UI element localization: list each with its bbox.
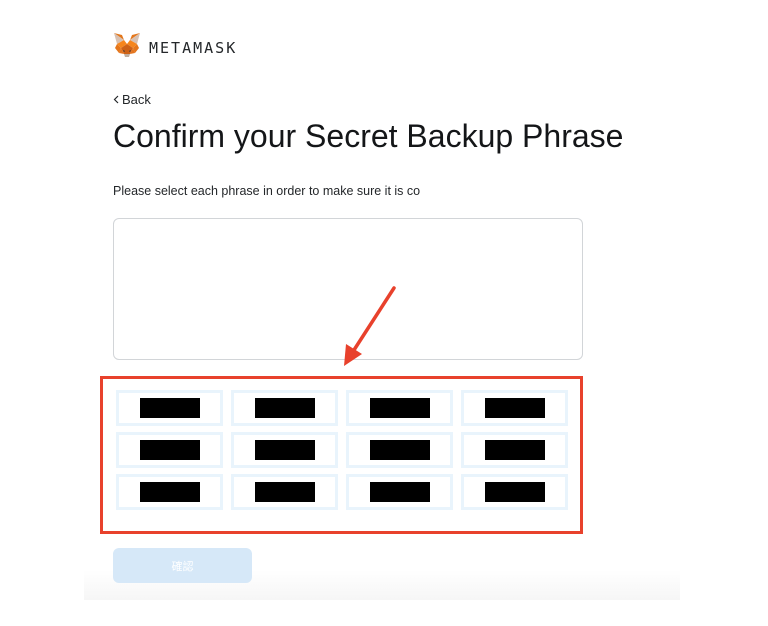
redacted-word (484, 398, 545, 418)
metamask-fox-icon (113, 32, 141, 63)
redacted-word (254, 440, 315, 460)
redacted-word (254, 398, 315, 418)
redacted-word (369, 440, 430, 460)
word-chip[interactable] (461, 390, 568, 426)
redacted-word (484, 440, 545, 460)
chevron-left-icon (113, 92, 119, 107)
confirm-button[interactable]: 確認 (113, 548, 252, 583)
word-bank (116, 390, 568, 510)
back-link[interactable]: Back (113, 92, 151, 107)
page-title: Confirm your Secret Backup Phrase (113, 118, 624, 154)
confirm-backup-phrase-page: METAMASK Back Confirm your Secret Backup… (0, 0, 768, 626)
redacted-word (484, 482, 545, 502)
redacted-word (139, 482, 200, 502)
word-chip[interactable] (346, 474, 453, 510)
word-chip[interactable] (116, 390, 223, 426)
red-arrow-icon (330, 282, 400, 377)
word-chip[interactable] (346, 390, 453, 426)
redacted-word (139, 440, 200, 460)
word-chip[interactable] (461, 432, 568, 468)
cropped-overlay (440, 180, 580, 222)
redacted-word (139, 398, 200, 418)
instructions-text: Please select each phrase in order to ma… (113, 184, 421, 198)
word-chip[interactable] (231, 432, 338, 468)
word-chip[interactable] (116, 432, 223, 468)
redacted-word (369, 482, 430, 502)
metamask-wordmark: METAMASK (149, 38, 238, 57)
confirm-button-label: 確認 (171, 560, 194, 573)
word-chip[interactable] (346, 432, 453, 468)
metamask-brand: METAMASK (113, 32, 237, 63)
word-chip[interactable] (461, 474, 568, 510)
word-chip[interactable] (231, 390, 338, 426)
word-chip[interactable] (116, 474, 223, 510)
redacted-word (254, 482, 315, 502)
redacted-word (369, 398, 430, 418)
word-chip[interactable] (231, 474, 338, 510)
back-link-label: Back (122, 92, 151, 107)
